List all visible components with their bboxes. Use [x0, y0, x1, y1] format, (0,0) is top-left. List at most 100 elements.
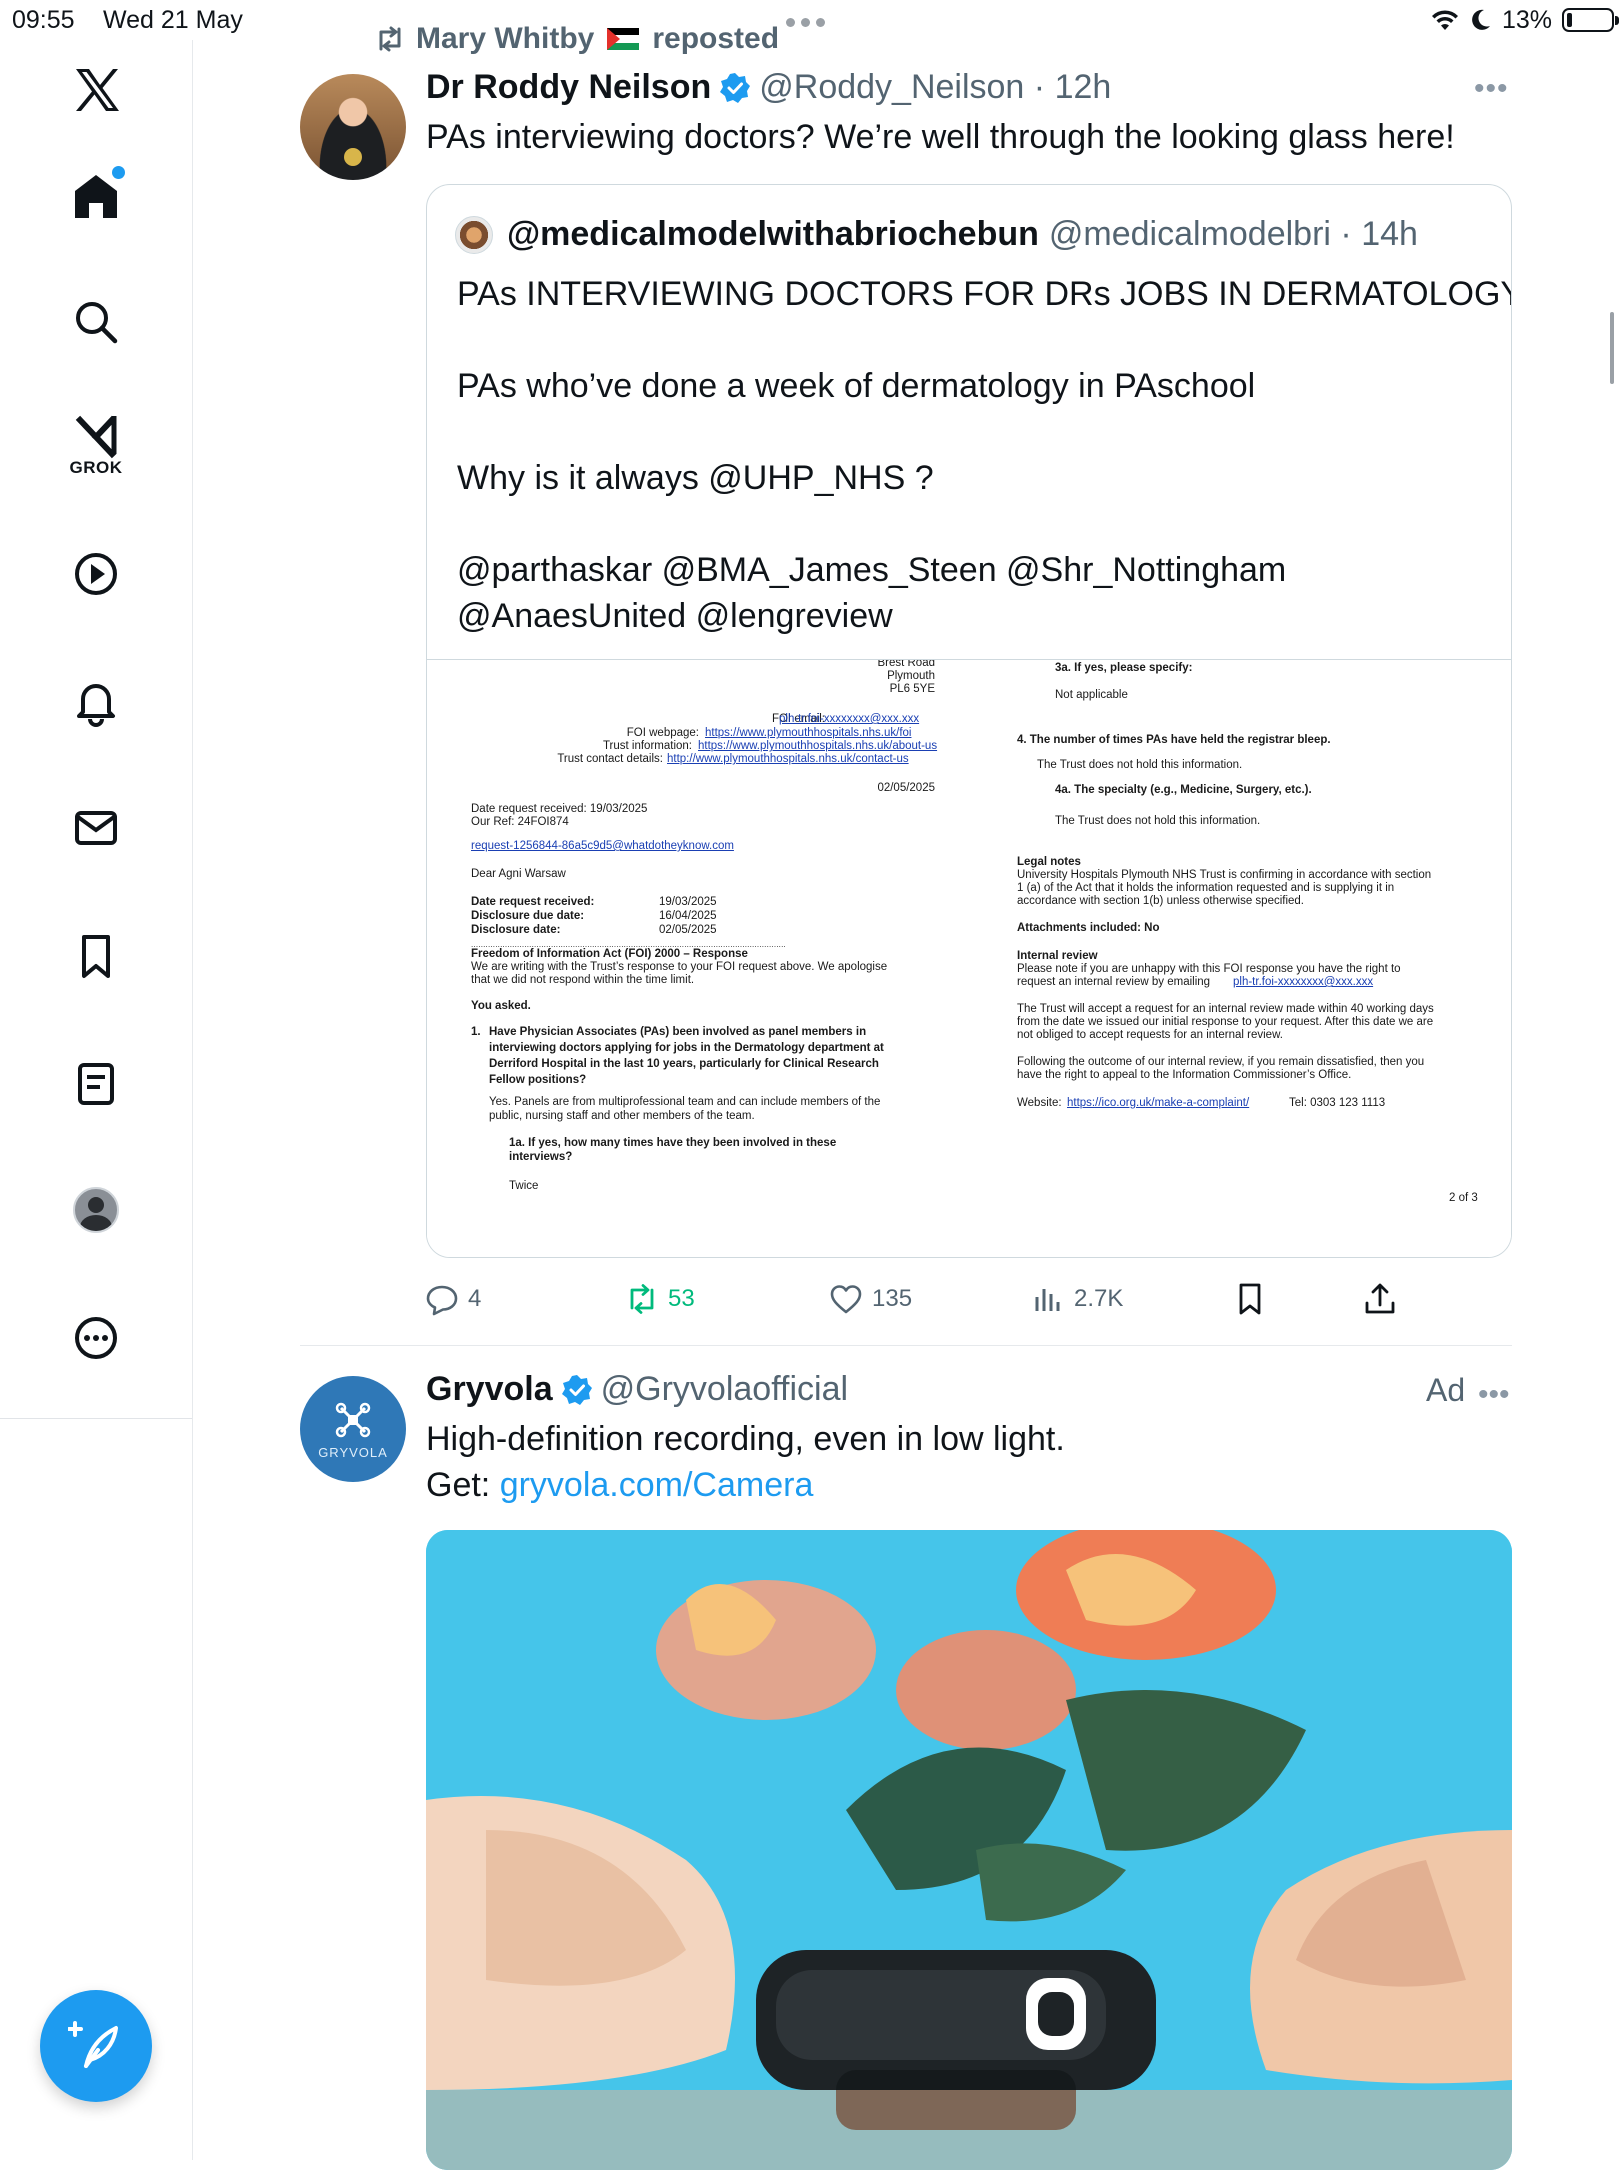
scrollbar[interactable] [1610, 312, 1614, 384]
doc-label: Trust contact details: [557, 753, 663, 765]
repost-context[interactable]: Mary Whitby reposted [374, 22, 779, 56]
multitasking-dots-icon[interactable] [786, 14, 832, 27]
doc-answer: The Trust does not hold this information… [1055, 815, 1261, 827]
tweet-time[interactable]: 12h [1055, 68, 1112, 107]
doc-question: 4. The number of times PAs have held the… [1017, 734, 1331, 746]
grok-icon[interactable]: GROK [46, 398, 146, 498]
doc-answer: The Trust does not hold this information… [1037, 759, 1243, 771]
doc-link: https://www.plymouthhospitals.nhs.uk/abo… [698, 740, 938, 752]
drone-logo-icon [335, 1402, 371, 1438]
doc-heading: Legal notes [1017, 856, 1081, 868]
quoted-tweet[interactable]: @medicalmodelwithabriochebun @medicalmod… [426, 184, 1512, 1258]
tweet-more-icon[interactable]: ••• [1474, 72, 1509, 106]
bookmark-button[interactable] [1232, 1277, 1268, 1321]
bell-icon[interactable] [46, 652, 146, 752]
grok-label: GROK [69, 458, 123, 477]
doc-text: Our Ref: 24FOI874 [471, 816, 569, 828]
doc-address: Brest Road [877, 660, 935, 669]
status-right: 13% [1430, 5, 1619, 35]
feather-plus-icon [68, 2021, 118, 2068]
doc-answer: Yes. Panels are from multiprofessional t… [489, 1096, 881, 1108]
like-button[interactable]: 135 [828, 1277, 912, 1321]
doc-label: FOI webpage: [626, 727, 699, 739]
ad-header: Gryvola @Gryvolaofficial [426, 1370, 848, 1409]
home-unread-dot [112, 166, 125, 179]
lists-icon[interactable] [46, 1034, 146, 1134]
doc-address: PL6 5YE [889, 683, 935, 695]
doc-question: 3a. If yes, please specify: [1055, 662, 1193, 674]
repost-count: 53 [668, 1285, 695, 1312]
separator-dot: · [1024, 68, 1055, 106]
quote-text-line: @AnaesUnited @lengreview [457, 597, 893, 635]
search-icon[interactable] [46, 272, 146, 372]
share-button[interactable] [1362, 1277, 1398, 1321]
ad-author-name[interactable]: Gryvola [426, 1370, 553, 1409]
foi-document-image[interactable]: Brest Road Plymouth PL6 5YE FOI email: p… [427, 660, 1511, 1257]
quote-time: 14h [1361, 215, 1418, 253]
author-avatar[interactable] [300, 74, 406, 180]
ad-author-handle[interactable]: @Gryvolaofficial [601, 1370, 848, 1409]
doc-heading: Internal review [1017, 950, 1098, 962]
profile-avatar[interactable] [46, 1160, 146, 1260]
doc-link: http://www.plymouthhospitals.nhs.uk/cont… [667, 753, 909, 765]
reply-count: 4 [468, 1285, 482, 1312]
views-button[interactable]: 2.7K [1030, 1277, 1123, 1321]
status-bar: 09:55 Wed 21 May 13% [0, 0, 1620, 40]
tweet-text: PAs interviewing doctors? We’re well thr… [426, 118, 1455, 156]
share-icon [1365, 1283, 1395, 1314]
quote-author-handle: @medicalmodelbri [1048, 215, 1331, 253]
quote-header: @medicalmodelwithabriochebun @medicalmod… [455, 215, 1418, 254]
ad-link[interactable]: gryvola.com/Camera [500, 1466, 814, 1504]
doc-label: Disclosure due date: [471, 910, 585, 922]
bookmark-icon[interactable] [46, 906, 146, 1006]
doc-text: The Trust will accept a request for an i… [1017, 1003, 1434, 1015]
x-logo-icon[interactable] [46, 40, 146, 140]
doc-text: Following the outcome of our internal re… [1017, 1056, 1425, 1068]
doc-question: interviewing doctors applying for jobs i… [489, 1042, 884, 1054]
doc-heading: You asked. [471, 1000, 531, 1012]
moon-icon [1472, 9, 1490, 30]
repost-icon [379, 26, 401, 52]
reply-button[interactable]: 4 [424, 1277, 481, 1321]
view-count: 2.7K [1074, 1285, 1124, 1312]
ad-more-icon[interactable]: ••• [1478, 1378, 1510, 1412]
doc-text: not obliged to accept requests for an in… [1017, 1029, 1283, 1041]
ad-author-avatar[interactable]: GRYVOLA [300, 1376, 406, 1482]
verified-badge-icon [561, 1374, 592, 1405]
feed-divider [300, 1345, 1512, 1346]
video-play-icon[interactable] [46, 524, 146, 624]
doc-question: 4a. The specialty (e.g., Medicine, Surge… [1055, 784, 1312, 796]
verified-badge-icon [720, 72, 751, 103]
repost-action: reposted [652, 22, 780, 55]
repost-button[interactable]: 53 [624, 1277, 695, 1321]
doc-answer: Twice [509, 1180, 539, 1192]
sidebar-divider [0, 1418, 192, 1419]
author-handle[interactable]: @Roddy_Neilson [759, 68, 1024, 107]
sidebar: GROK [0, 40, 193, 2160]
doc-link: request-1256844-86a5c9d5@whatdotheyknow.… [471, 840, 734, 852]
ad-logo-text: GRYVOLA [318, 1445, 388, 1460]
doc-text: that we did not respond within the time … [471, 974, 695, 986]
doc-question: interviews? [509, 1151, 573, 1163]
status-date: Wed 21 May [103, 6, 243, 34]
doc-link: https://www.plymouthhospitals.nhs.uk/foi [705, 727, 912, 739]
battery-percent: 13% [1501, 5, 1552, 34]
doc-text: 02/05/2025 [659, 924, 717, 936]
doc-text: accordance with section 1(b) unless othe… [1017, 895, 1305, 907]
doc-text: University Hospitals Plymouth NHS Trust … [1017, 869, 1432, 881]
ad-video-media[interactable] [426, 1530, 1512, 2170]
compose-post-button[interactable] [40, 1990, 152, 2102]
palestine-flag-icon [607, 28, 640, 50]
author-name[interactable]: Dr Roddy Neilson [426, 68, 711, 107]
wifi-icon [1431, 10, 1458, 30]
home-icon[interactable] [46, 146, 146, 246]
doc-link: plh-tr.foi-xxxxxxxx@xxx.xxx [779, 713, 920, 725]
doc-text: 19/03/2025 [659, 896, 717, 908]
doc-page-number: 2 of 3 [1449, 1192, 1478, 1204]
ad-label: Ad [1426, 1372, 1466, 1408]
ad-text: High-definition recording, even in low l… [426, 1420, 1065, 1458]
mail-icon[interactable] [46, 778, 146, 878]
doc-question: 1a. If yes, how many times have they bee… [509, 1137, 837, 1149]
quote-text-line: PAs who’ve done a week of dermatology in… [457, 367, 1256, 405]
doc-question: Derriford Hospital in the last 10 years,… [489, 1058, 879, 1070]
